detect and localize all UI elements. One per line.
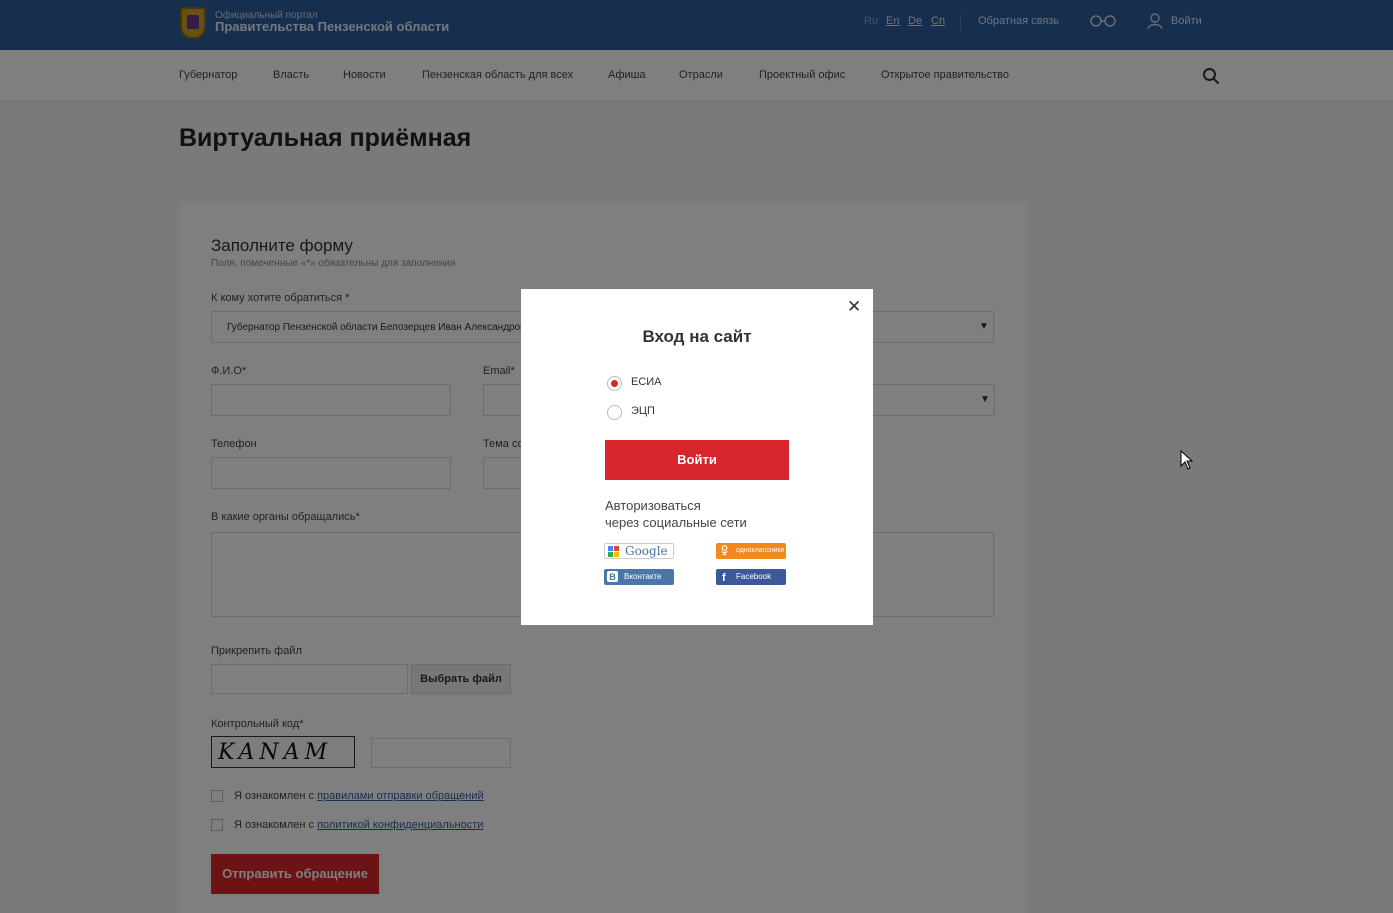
google-login-button[interactable]: Google [604,543,674,559]
radio-ecp[interactable] [607,405,622,420]
facebook-login-button[interactable]: f Facebook [716,569,786,585]
svg-text:В: В [609,572,616,582]
modal-title: Вход на сайт [642,327,752,346]
social-caption-line1: Авторизоваться [605,498,701,513]
vk-label: Вконтакте [624,572,662,581]
ok-label: одноклассники [736,547,785,554]
vk-login-button[interactable]: В Вконтакте [604,569,674,585]
facebook-label: Facebook [736,572,772,581]
radio-esia-label[interactable]: ЕСИА [631,376,662,388]
mouse-cursor-icon [1180,450,1194,470]
google-icon [608,546,619,557]
ok-login-button[interactable]: одноклассники [716,543,786,559]
login-modal: ✕ Вход на сайт ЕСИА ЭЦП Войти Авторизова… [521,289,873,625]
vk-icon: В [607,571,618,582]
radio-esia[interactable] [607,376,622,391]
modal-login-button[interactable]: Войти [605,440,789,480]
google-label: Google [625,544,668,558]
social-caption-line2: через социальные сети [605,515,747,530]
facebook-icon: f [722,572,726,582]
close-icon[interactable]: ✕ [847,298,861,315]
svg-text:f: f [722,572,726,582]
social-caption: Авторизоваться через социальные сети [605,497,805,531]
radio-ecp-label[interactable]: ЭЦП [631,405,655,417]
odnoklassniki-icon [721,545,728,556]
